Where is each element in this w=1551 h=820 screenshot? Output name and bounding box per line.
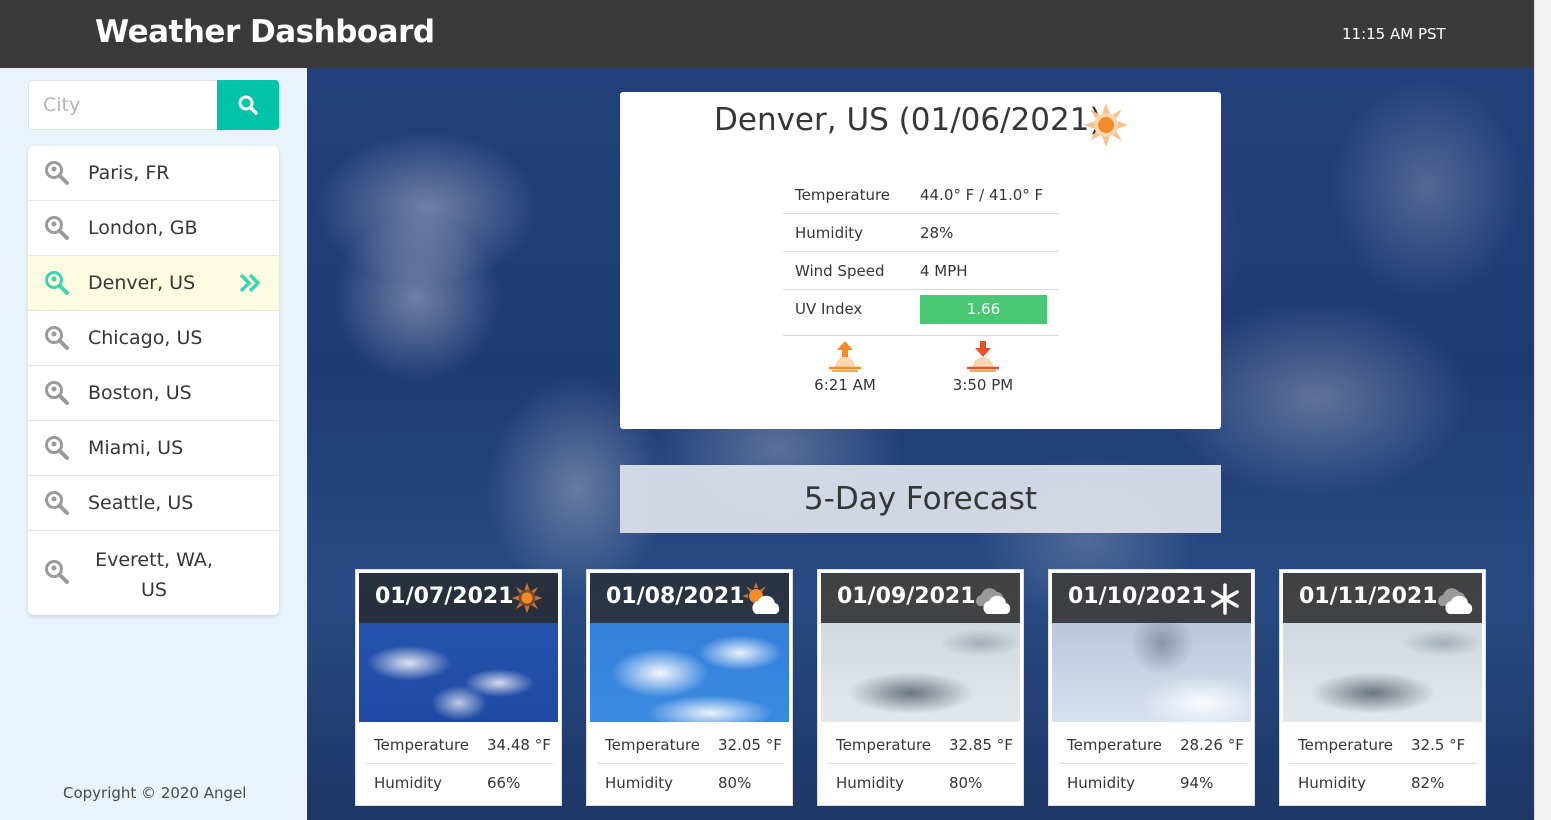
forecast-temp-row: Temperature 32.85 °F [828, 728, 1015, 764]
forecast-temp-row: Temperature 32.05 °F [597, 728, 784, 764]
double-chevron-right-icon [239, 273, 261, 293]
forecast-date: 01/08/2021 [606, 584, 745, 609]
forecast-humidity-row: Humidity 82% [1298, 774, 1445, 792]
history-item-denver[interactable]: Denver, US [28, 256, 279, 311]
wind-speed-value: 4 MPH [920, 262, 968, 280]
search-history-list: Paris, FR London, GB Denver, US Chicago,… [28, 146, 279, 615]
forecast-temp-row: Temperature 28.26 °F [1059, 728, 1246, 764]
forecast-temp: 34.48 °F [487, 736, 551, 754]
history-item-label: Denver, US [88, 272, 196, 294]
forecast-humidity-row: Humidity 80% [836, 774, 983, 792]
forecast-humidity: 66% [487, 774, 521, 792]
history-item-label: Paris, FR [88, 162, 170, 184]
forecast-caption: 01/11/2021 [1283, 573, 1482, 623]
current-uv-row: UV Index 1.66 [783, 290, 1059, 336]
row-label: Humidity [795, 224, 864, 242]
location-search-icon [45, 271, 69, 295]
forecast-temp-row: Temperature 34.48 °F [366, 728, 553, 764]
location-search-icon [45, 161, 69, 185]
copyright: Copyright © 2020 Angel [63, 784, 247, 802]
forecast-temp: 32.5 °F [1411, 736, 1466, 754]
current-temp-row: Temperature 44.0° F / 41.0° F [783, 176, 1059, 214]
cloud-icon [1438, 588, 1473, 614]
history-item-label: Boston, US [88, 382, 192, 404]
forecast-card: 01/08/2021 Temperature 32.05 °F Humidity 8… [586, 569, 793, 806]
history-item-chicago[interactable]: Chicago, US [28, 311, 279, 366]
forecast-humidity: 80% [949, 774, 983, 792]
sun-icon [511, 582, 543, 614]
forecast-humidity: 82% [1411, 774, 1445, 792]
sunset-time: 3:50 PM [952, 376, 1014, 394]
forecast-card: 01/07/2021 Temperature 34.48 °F Humidity 6… [355, 569, 562, 806]
location-search-icon [45, 216, 69, 240]
current-humidity-row: Humidity 28% [783, 214, 1059, 252]
history-item-label: Miami, US [88, 437, 184, 459]
location-search-icon [45, 381, 69, 405]
forecast-card: 01/11/2021 Temperature 32.5 °F Humidity 82… [1279, 569, 1486, 806]
history-item-seattle[interactable]: Seattle, US [28, 476, 279, 531]
current-time: 11:15 AM PST [1342, 25, 1446, 43]
row-label: Wind Speed [795, 262, 885, 280]
forecast-caption: 01/08/2021 [590, 573, 789, 623]
sunrise: 6:21 AM [805, 340, 885, 394]
location-search-icon [45, 491, 69, 515]
forecast-date: 01/09/2021 [837, 584, 976, 609]
city-search [28, 80, 279, 130]
forecast-temp: 28.26 °F [1180, 736, 1244, 754]
uv-index-badge: 1.66 [920, 295, 1047, 324]
sidebar: Paris, FR London, GB Denver, US Chicago,… [0, 68, 307, 820]
history-item-everett[interactable]: Everett, WA, US [28, 531, 279, 615]
history-item-label: Seattle, US [88, 492, 194, 514]
forecast-temp: 32.05 °F [718, 736, 782, 754]
forecast-caption: 01/07/2021 [359, 573, 558, 623]
history-item-label: London, GB [88, 217, 198, 239]
cloud-icon [976, 588, 1011, 614]
forecast-humidity: 80% [718, 774, 752, 792]
sun-icon [1084, 103, 1128, 147]
history-item-label: Everett, WA, US [95, 549, 213, 601]
forecast-card: 01/10/2021 Temperature 28.26 °F Humidity 9… [1048, 569, 1255, 806]
search-icon [238, 95, 258, 115]
forecast-card: 01/09/2021 Temperature 32.85 °F Humidity 8… [817, 569, 1024, 806]
history-item-miami[interactable]: Miami, US [28, 421, 279, 476]
app-title: Weather Dashboard [95, 14, 435, 50]
forecast-humidity-row: Humidity 80% [605, 774, 752, 792]
city-search-input[interactable] [28, 80, 218, 130]
snowflake-icon [1211, 583, 1239, 615]
temperature-value: 44.0° F / 41.0° F [920, 186, 1044, 204]
sunset-icon [967, 341, 999, 372]
vertical-scrollbar[interactable] [1534, 0, 1551, 820]
app-header: Weather Dashboard 11:15 AM PST [0, 0, 1534, 68]
forecast-humidity-row: Humidity 94% [1067, 774, 1214, 792]
forecast-humidity-row: Humidity 66% [374, 774, 521, 792]
location-search-icon [45, 326, 69, 350]
sunrise-time: 6:21 AM [814, 376, 876, 394]
forecast-temp: 32.85 °F [949, 736, 1013, 754]
forecast-date: 01/11/2021 [1299, 584, 1438, 609]
forecast-caption: 01/09/2021 [821, 573, 1020, 623]
row-label: UV Index [795, 300, 863, 318]
forecast-caption: 01/10/2021 [1052, 573, 1251, 623]
forecast-temp-row: Temperature 32.5 °F [1290, 728, 1477, 764]
history-item-label: Chicago, US [88, 327, 203, 349]
sunset: 3:50 PM [943, 340, 1023, 394]
history-item-boston[interactable]: Boston, US [28, 366, 279, 421]
location-search-icon [45, 560, 69, 584]
forecast-date: 01/07/2021 [375, 584, 514, 609]
current-wind-row: Wind Speed 4 MPH [783, 252, 1059, 290]
history-item-paris[interactable]: Paris, FR [28, 146, 279, 201]
sunrise-icon [829, 341, 861, 372]
search-button[interactable] [217, 80, 279, 130]
forecast-humidity: 94% [1180, 774, 1214, 792]
row-label: Temperature [795, 186, 891, 204]
forecast-title: 5-Day Forecast [620, 465, 1221, 533]
humidity-value: 28% [920, 224, 954, 242]
current-weather-heading: Denver, US (01/06/2021) [714, 102, 1102, 138]
history-item-london[interactable]: London, GB [28, 201, 279, 256]
forecast-date: 01/10/2021 [1068, 584, 1207, 609]
location-search-icon [45, 436, 69, 460]
partly-cloudy-icon [742, 582, 780, 614]
